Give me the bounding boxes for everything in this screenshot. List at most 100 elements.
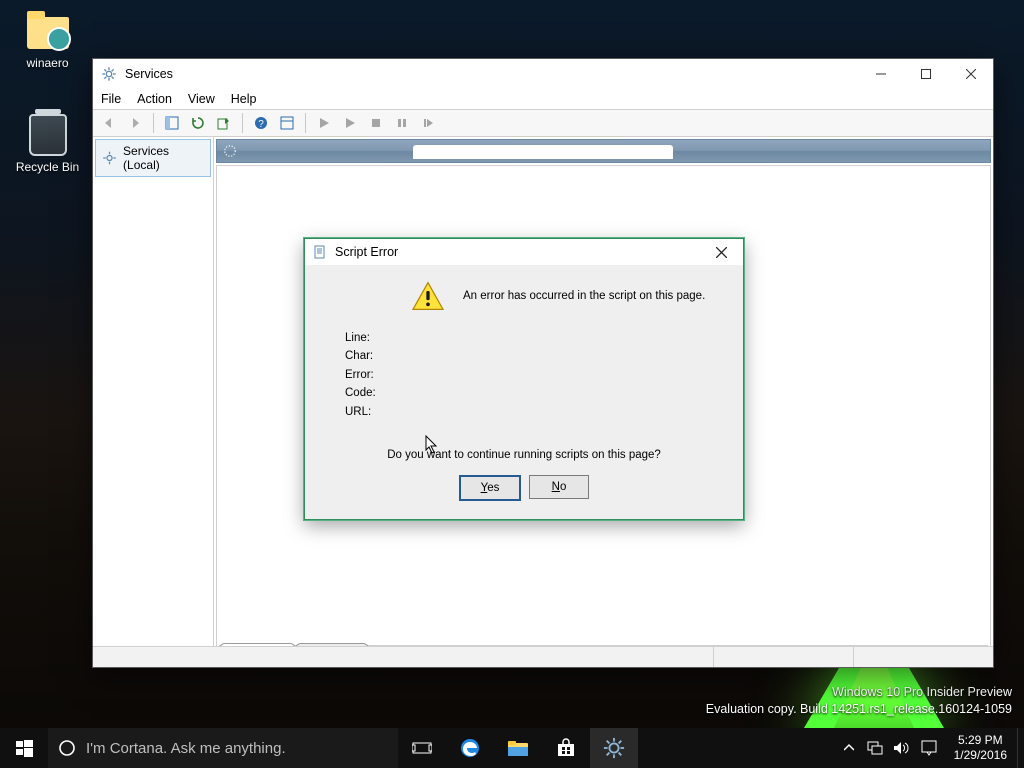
export-icon [217, 116, 231, 130]
show-desktop-button[interactable] [1017, 728, 1024, 768]
tray-network[interactable] [862, 728, 888, 768]
tray-volume[interactable] [888, 728, 914, 768]
taskbar-store[interactable] [542, 728, 590, 768]
show-hide-tree-button[interactable] [160, 111, 184, 135]
dialog-titlebar[interactable]: Script Error [305, 239, 743, 265]
tree-pane: Services (Local) [93, 137, 214, 667]
yes-button[interactable]: Yes [459, 475, 521, 501]
taskbar: I'm Cortana. Ask me anything. 5:29 PM 1/… [0, 728, 1024, 768]
cortana-icon [58, 739, 76, 757]
watermark-line2: Evaluation copy. Build 14251.rs1_release… [706, 701, 1012, 718]
tree-item-services-local[interactable]: Services (Local) [95, 139, 211, 177]
taskbar-services-running[interactable] [590, 728, 638, 768]
gear-icon [603, 737, 625, 759]
cortana-search[interactable]: I'm Cortana. Ask me anything. [48, 728, 398, 768]
clock-time: 5:29 PM [954, 733, 1007, 748]
menubar: File Action View Help [93, 89, 993, 109]
play-icon [344, 117, 356, 129]
dialog-title: Script Error [335, 245, 398, 259]
stop-service-button[interactable] [364, 111, 388, 135]
gear-icon [223, 144, 237, 158]
refresh-button[interactable] [186, 111, 210, 135]
desktop-icon-label: Recycle Bin [10, 160, 85, 174]
script-error-dialog: Script Error An error has occurred in th… [304, 238, 744, 520]
task-view-button[interactable] [398, 728, 446, 768]
statusbar [93, 646, 993, 667]
taskbar-edge[interactable] [446, 728, 494, 768]
refresh-icon [191, 116, 205, 130]
close-button[interactable] [948, 59, 993, 89]
network-icon [867, 741, 883, 755]
windows-watermark: Windows 10 Pro Insider Preview Evaluatio… [706, 684, 1012, 718]
folder-icon [507, 739, 529, 757]
menu-view[interactable]: View [188, 92, 215, 106]
search-placeholder: I'm Cortana. Ask me anything. [86, 740, 286, 757]
start-service-alt-button[interactable] [338, 111, 362, 135]
dialog-message: An error has occurred in the script on t… [463, 290, 705, 302]
titlebar[interactable]: Services [93, 59, 993, 89]
watermark-line1: Windows 10 Pro Insider Preview [706, 684, 1012, 701]
recycle-bin-icon [25, 110, 71, 156]
store-icon [556, 738, 576, 758]
stop-icon [370, 117, 382, 129]
document-icon [313, 245, 327, 259]
forward-button[interactable] [123, 111, 147, 135]
no-button[interactable]: No [529, 475, 589, 499]
help-button[interactable]: ? [249, 111, 273, 135]
restart-service-button[interactable] [416, 111, 440, 135]
minimize-button[interactable] [858, 59, 903, 89]
desktop-icon-recycle-bin[interactable]: Recycle Bin [10, 110, 85, 174]
field-url: URL: [345, 403, 717, 421]
dialog-close-button[interactable] [707, 241, 735, 263]
back-button[interactable] [97, 111, 121, 135]
window-title: Services [125, 67, 173, 81]
panel-icon [165, 116, 179, 130]
start-button[interactable] [0, 728, 48, 768]
close-icon [716, 247, 727, 258]
maximize-icon [921, 69, 931, 79]
taskbar-file-explorer[interactable] [494, 728, 542, 768]
edge-icon [459, 737, 481, 759]
field-char: Char: [345, 347, 717, 365]
help-icon: ? [254, 116, 268, 130]
step-icon [422, 117, 434, 129]
action-center-icon [921, 740, 937, 756]
field-code: Code: [345, 384, 717, 402]
menu-file[interactable]: File [101, 92, 121, 106]
properties-button[interactable] [275, 111, 299, 135]
play-icon [318, 117, 330, 129]
pause-icon [396, 117, 408, 129]
gear-icon [101, 66, 117, 82]
start-service-button[interactable] [312, 111, 336, 135]
folder-icon [25, 6, 71, 52]
pause-service-button[interactable] [390, 111, 414, 135]
gear-icon [102, 150, 117, 166]
arrow-left-icon [102, 116, 116, 130]
btn-label-rest: o [560, 481, 566, 493]
detail-header [216, 139, 991, 163]
maximize-button[interactable] [903, 59, 948, 89]
btn-label-rest: es [487, 482, 499, 494]
field-line: Line: [345, 329, 717, 347]
close-icon [966, 69, 976, 79]
svg-text:?: ? [258, 119, 264, 130]
field-error: Error: [345, 366, 717, 384]
dialog-fields: Line: Char: Error: Code: URL: [345, 329, 717, 421]
dialog-question: Do you want to continue running scripts … [331, 449, 717, 461]
arrow-right-icon [128, 116, 142, 130]
properties-icon [280, 116, 294, 130]
clock-date: 1/29/2016 [954, 748, 1007, 763]
minimize-icon [876, 69, 886, 79]
menu-action[interactable]: Action [137, 92, 172, 106]
tray-overflow-button[interactable] [836, 728, 862, 768]
desktop-icon-winaero[interactable]: winaero [10, 6, 85, 70]
warning-icon [411, 281, 445, 311]
volume-icon [893, 741, 909, 755]
menu-help[interactable]: Help [231, 92, 257, 106]
windows-logo-icon [16, 740, 33, 757]
export-list-button[interactable] [212, 111, 236, 135]
tree-item-label: Services (Local) [123, 144, 204, 172]
taskbar-clock[interactable]: 5:29 PM 1/29/2016 [944, 733, 1017, 763]
tray-action-center[interactable] [914, 728, 944, 768]
chevron-up-icon [844, 743, 854, 753]
